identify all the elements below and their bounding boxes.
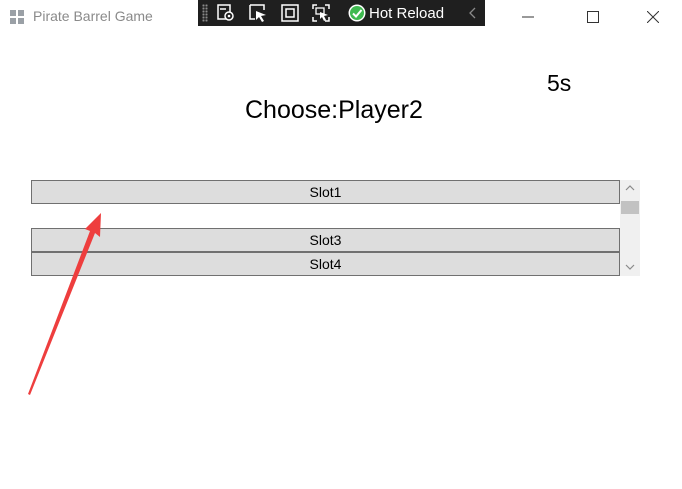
live-visual-tree-icon — [217, 4, 234, 21]
maximize-icon — [587, 11, 599, 23]
scroll-thumb[interactable] — [621, 201, 639, 214]
list-scrollbar[interactable] — [620, 180, 640, 276]
scroll-down-button[interactable] — [620, 259, 640, 276]
live-visual-tree-button[interactable] — [216, 3, 236, 23]
select-element-button[interactable] — [248, 3, 268, 23]
track-focused-element-button[interactable] — [311, 3, 331, 23]
close-icon — [647, 11, 659, 23]
maximize-button[interactable] — [570, 0, 616, 34]
chevron-up-icon — [625, 185, 635, 191]
hot-reload-ok-icon — [348, 4, 366, 22]
slot-button[interactable]: Slot4 — [31, 252, 620, 276]
close-button[interactable] — [630, 0, 676, 34]
track-focused-element-icon — [312, 4, 330, 22]
hot-reload-label: Hot Reload — [369, 4, 445, 22]
collapse-toolbar-button[interactable] — [466, 4, 480, 22]
slot-button[interactable]: Slot3 — [31, 228, 620, 252]
debug-toolbar: Hot Reload — [198, 0, 485, 26]
toolbar-grip-icon[interactable] — [202, 4, 208, 22]
countdown-timer: 5s — [547, 70, 572, 96]
display-layout-adorners-button[interactable] — [280, 3, 300, 23]
chevron-down-icon — [625, 264, 635, 270]
app-icon — [10, 10, 24, 24]
choose-player-label: Choose:Player2 — [245, 96, 423, 124]
slot-list[interactable]: Slot1 Slot3 Slot4 — [31, 180, 640, 276]
display-layout-adorners-icon — [281, 4, 299, 22]
slot-button[interactable]: Slot1 — [31, 180, 620, 204]
scroll-up-button[interactable] — [620, 180, 640, 197]
minimize-button[interactable] — [505, 0, 551, 34]
hot-reload-button[interactable]: Hot Reload — [348, 2, 444, 24]
collapse-chevron-icon — [469, 7, 476, 19]
window-title: Pirate Barrel Game — [33, 8, 153, 24]
minimize-icon — [522, 16, 534, 18]
select-element-icon — [249, 4, 266, 22]
